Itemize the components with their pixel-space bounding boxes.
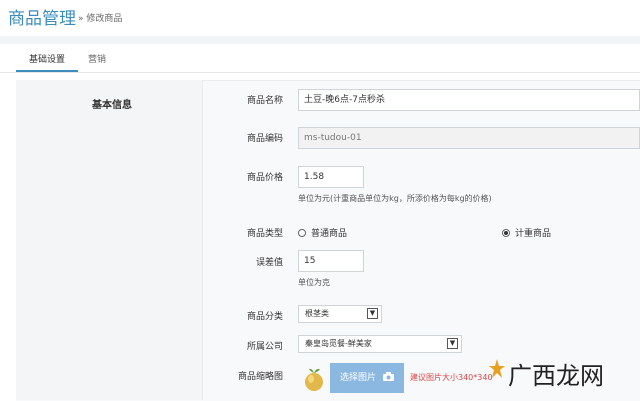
- company-value: 秦皇岛觅餐-鲜美家: [305, 339, 372, 348]
- type-label: 商品类型: [246, 229, 283, 239]
- price-hint: 单位为元(计重商品单位为kg，所添价格为每kg的价格): [298, 194, 492, 203]
- section-title: 基本信息: [92, 100, 132, 111]
- code-label: 商品编码: [246, 134, 283, 144]
- code-input: ms-tudou-01: [298, 127, 640, 149]
- category-value: 根茎类: [305, 309, 329, 318]
- watermark-logo: [489, 359, 505, 378]
- category-select[interactable]: 根茎类 ▼: [298, 305, 382, 323]
- type-normal-radio[interactable]: [298, 229, 306, 237]
- tab-basic-settings[interactable]: 基础设置: [29, 52, 65, 65]
- category-label: 商品分类: [246, 312, 283, 322]
- name-label: 商品名称: [246, 96, 283, 106]
- divider: [0, 36, 640, 44]
- breadcrumb[interactable]: » 修改商品: [78, 11, 122, 24]
- error-label: 误差值: [255, 258, 283, 268]
- camera-icon: [382, 372, 394, 381]
- price-input[interactable]: 1.58: [298, 166, 364, 188]
- thumbnail-label: 商品缩略图: [237, 372, 283, 382]
- company-label: 所属公司: [246, 342, 283, 352]
- section-sidebar: [16, 80, 203, 400]
- tab-marketing[interactable]: 营销: [88, 52, 106, 65]
- type-weighted-label[interactable]: 计重商品: [515, 226, 551, 239]
- page-header: 商品管理 » 修改商品: [0, 0, 640, 36]
- select-image-button[interactable]: 选择图片: [330, 363, 404, 393]
- type-weighted-radio[interactable]: [502, 229, 510, 237]
- error-input[interactable]: 15: [298, 250, 364, 272]
- company-select[interactable]: 秦皇岛觅餐-鲜美家 ▼: [298, 335, 462, 353]
- name-input[interactable]: 土豆-晚6点-7点秒杀: [298, 89, 640, 111]
- chevron-down-icon[interactable]: ▼: [447, 338, 458, 349]
- active-tab-indicator: [16, 70, 78, 72]
- select-image-label: 选择图片: [340, 373, 377, 383]
- price-label: 商品价格: [246, 173, 283, 183]
- watermark-text: 广西龙网: [508, 362, 604, 390]
- page-title: 商品管理: [8, 9, 76, 29]
- chevron-down-icon[interactable]: ▼: [367, 308, 378, 319]
- error-hint: 单位为克: [298, 278, 330, 287]
- tab-bar: 基础设置 营销: [0, 44, 640, 73]
- type-normal-label[interactable]: 普通商品: [311, 226, 347, 239]
- thumbnail-preview: [305, 368, 323, 391]
- image-size-tip: 建议图片大小340*340: [410, 373, 493, 382]
